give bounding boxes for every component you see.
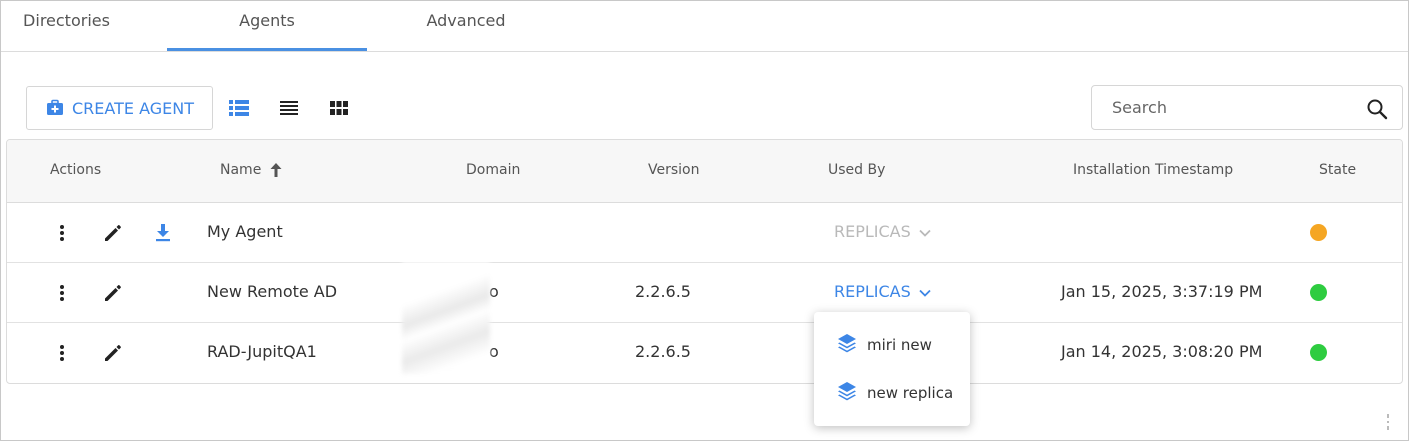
download-icon[interactable]: [151, 221, 175, 245]
table-row: RAD-JupitQA1 o 2.2.6.5 Jan 14, 2025, 3:0…: [7, 323, 1402, 383]
chevron-down-icon: [919, 282, 931, 301]
tab-advanced[interactable]: Advanced: [401, 1, 531, 51]
tab-bar: Directories Agents Advanced: [1, 1, 1408, 52]
agent-name: New Remote AD: [207, 282, 338, 301]
tab-agents[interactable]: Agents: [167, 1, 367, 51]
search-input[interactable]: [1092, 86, 1352, 129]
state-indicator: [1310, 344, 1327, 361]
agent-version: 2.2.6.5: [635, 282, 691, 301]
layers-icon: [836, 332, 858, 358]
edit-pencil-icon[interactable]: [101, 281, 125, 305]
used-by-replicas-dropdown[interactable]: REPLICAS: [834, 282, 931, 301]
replica-label: miri new: [867, 336, 932, 354]
replicas-label: REPLICAS: [834, 282, 911, 301]
more-vert-icon[interactable]: [50, 221, 74, 245]
agent-name: RAD-JupitQA1: [207, 342, 317, 361]
search-box: [1091, 85, 1403, 130]
replica-menu-item[interactable]: miri new: [836, 333, 932, 357]
header-actions: Actions: [50, 162, 102, 178]
table-row: New Remote AD o 2.2.6.5 REPLICAS Jan 15,…: [7, 263, 1402, 323]
grid-view-icon[interactable]: [328, 97, 350, 119]
agent-domain: o: [489, 282, 499, 301]
detailed-list-view-icon[interactable]: [228, 97, 250, 119]
installation-timestamp: Jan 14, 2025, 3:08:20 PM: [1061, 342, 1263, 361]
header-state[interactable]: State: [1319, 162, 1356, 178]
tab-label: Directories: [23, 11, 110, 30]
used-by-replicas-dropdown[interactable]: REPLICAS: [834, 222, 931, 241]
more-vert-icon[interactable]: [50, 341, 74, 365]
header-used-by[interactable]: Used By: [828, 162, 885, 178]
header-name[interactable]: Name: [220, 162, 261, 178]
agent-name: My Agent: [207, 222, 283, 241]
table-header: Actions Name Domain Version Used By Inst…: [7, 140, 1402, 203]
tab-label: Advanced: [426, 11, 506, 30]
layers-icon: [836, 380, 858, 406]
edit-pencil-icon[interactable]: [101, 221, 125, 245]
active-tab-indicator: [167, 48, 367, 51]
installation-timestamp: Jan 15, 2025, 3:37:19 PM: [1061, 282, 1263, 301]
tab-label: Agents: [239, 11, 295, 30]
table-row: My Agent REPLICAS: [7, 203, 1402, 263]
replicas-dropdown-menu: miri new new replica: [814, 312, 970, 426]
header-version[interactable]: Version: [648, 162, 699, 178]
more-vert-icon[interactable]: [50, 281, 74, 305]
chevron-down-icon: [919, 222, 931, 241]
state-indicator: [1310, 224, 1327, 241]
header-domain[interactable]: Domain: [466, 162, 520, 178]
replica-menu-item[interactable]: new replica: [836, 381, 953, 405]
compact-list-view-icon[interactable]: [278, 97, 300, 119]
agent-version: 2.2.6.5: [635, 342, 691, 361]
state-indicator: [1310, 284, 1327, 301]
sort-ascending-icon[interactable]: [269, 162, 283, 178]
redacted-domain-overlay: [402, 262, 490, 374]
resize-handle-icon[interactable]: [1385, 413, 1391, 431]
agent-domain: o: [489, 342, 499, 361]
search-icon[interactable]: [1366, 98, 1388, 120]
tab-directories[interactable]: Directories: [1, 1, 132, 51]
create-agent-label: CREATE AGENT: [72, 98, 194, 118]
header-installation-timestamp[interactable]: Installation Timestamp: [1073, 162, 1233, 178]
edit-pencil-icon[interactable]: [101, 341, 125, 365]
medical-bag-icon: [45, 98, 65, 118]
replica-label: new replica: [867, 384, 954, 402]
create-agent-button[interactable]: CREATE AGENT: [26, 86, 213, 130]
agents-table: Actions Name Domain Version Used By Inst…: [6, 139, 1403, 384]
replicas-label: REPLICAS: [834, 222, 911, 241]
